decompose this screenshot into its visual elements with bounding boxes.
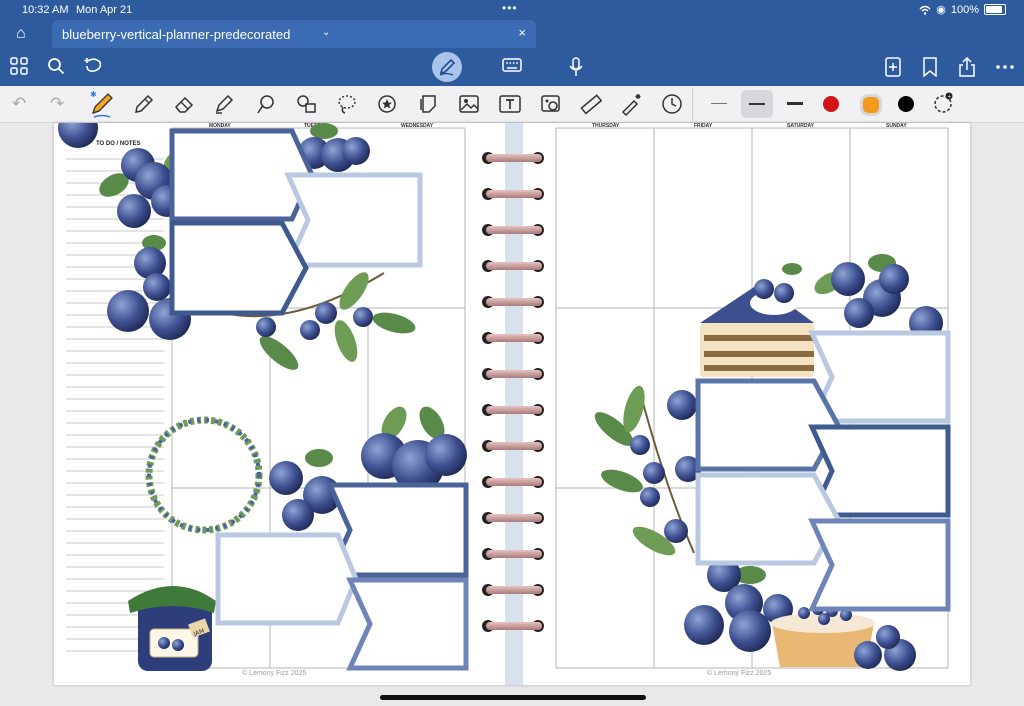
pencil-icon[interactable]: ✱ bbox=[88, 89, 116, 119]
image-icon[interactable] bbox=[458, 93, 480, 115]
thin-stroke-option[interactable] bbox=[711, 103, 727, 104]
battery-icon bbox=[984, 4, 1006, 15]
document-title: blueberry-vertical-planner-predecorated bbox=[62, 27, 291, 42]
ruler-icon[interactable] bbox=[580, 93, 602, 115]
grid-icon[interactable] bbox=[10, 57, 28, 75]
redo-icon[interactable]: ↷ bbox=[50, 93, 64, 115]
planner-spread[interactable]: MONDAY TUESDAY WEDNESDAY THURSDAY FRIDAY… bbox=[54, 123, 970, 685]
home-indicator[interactable] bbox=[380, 695, 646, 700]
home-icon[interactable]: ⌂ bbox=[16, 25, 26, 43]
status-time: 10:32 AM bbox=[22, 4, 69, 16]
undo-icon[interactable]: ↶ bbox=[12, 93, 26, 115]
chevron-down-icon[interactable]: ⌄ bbox=[322, 27, 330, 38]
orange-color-swatch[interactable] bbox=[860, 94, 882, 116]
status-date: Mon Apr 21 bbox=[76, 4, 133, 16]
text-icon[interactable] bbox=[498, 93, 522, 115]
shapes-icon[interactable] bbox=[255, 93, 277, 115]
search-icon[interactable] bbox=[47, 57, 65, 75]
timer-icon[interactable] bbox=[661, 93, 683, 115]
add-page-icon[interactable] bbox=[885, 57, 901, 77]
more-icon[interactable] bbox=[996, 65, 1014, 69]
hexagon-frames bbox=[169, 128, 951, 671]
toolbar-divider bbox=[692, 88, 693, 120]
close-tab-icon[interactable]: × bbox=[518, 25, 526, 40]
svg-text:✱: ✱ bbox=[90, 90, 97, 99]
pen-icon[interactable] bbox=[133, 93, 155, 115]
thick-stroke-option[interactable] bbox=[787, 102, 803, 105]
document-tab[interactable]: blueberry-vertical-planner-predecorated … bbox=[52, 20, 536, 48]
status-bar: 10:32 AM Mon Apr 21 ••• ◉ 100% bbox=[0, 0, 1024, 20]
pen-mode-button[interactable] bbox=[432, 52, 462, 82]
pen-mode-icon bbox=[439, 58, 456, 76]
footer-copyright-right: © Lemony Fizz 2025 bbox=[707, 670, 772, 677]
bookmark-icon[interactable] bbox=[923, 57, 937, 77]
sticker-icon[interactable] bbox=[376, 93, 398, 115]
svg-text:+: + bbox=[947, 94, 951, 100]
footer-copyright-left: © Lemony Fizz 2025 bbox=[242, 670, 307, 677]
battery-percent: 100% bbox=[950, 3, 979, 16]
laser-pointer-icon[interactable] bbox=[620, 92, 644, 116]
orientation-lock-icon: ◉ bbox=[936, 4, 946, 16]
highlighter-icon[interactable] bbox=[213, 93, 235, 115]
top-toolbar bbox=[0, 48, 1024, 86]
elements-icon[interactable] bbox=[295, 93, 319, 115]
status-right: ◉ 100% bbox=[919, 3, 1006, 16]
wifi-icon bbox=[919, 5, 931, 15]
share-icon[interactable] bbox=[958, 57, 976, 77]
multitasking-dots-icon[interactable]: ••• bbox=[502, 1, 518, 15]
keyboard-icon[interactable] bbox=[502, 57, 522, 73]
red-color-swatch[interactable] bbox=[823, 96, 839, 112]
microphone-icon[interactable] bbox=[568, 57, 584, 77]
medium-stroke-option[interactable] bbox=[741, 90, 773, 118]
sticky-note-icon[interactable] bbox=[418, 93, 440, 115]
camera-icon[interactable] bbox=[540, 93, 562, 115]
color-picker-icon[interactable]: + bbox=[933, 92, 955, 114]
drawing-toolbar: ↶ ↷ ✱ + bbox=[0, 86, 1024, 123]
lasso-add-icon[interactable] bbox=[84, 57, 104, 75]
black-color-swatch[interactable] bbox=[898, 96, 914, 112]
eraser-icon[interactable] bbox=[173, 93, 195, 115]
lasso-icon[interactable] bbox=[336, 93, 358, 115]
tab-bar: ⌂ blueberry-vertical-planner-predecorate… bbox=[0, 20, 1024, 48]
